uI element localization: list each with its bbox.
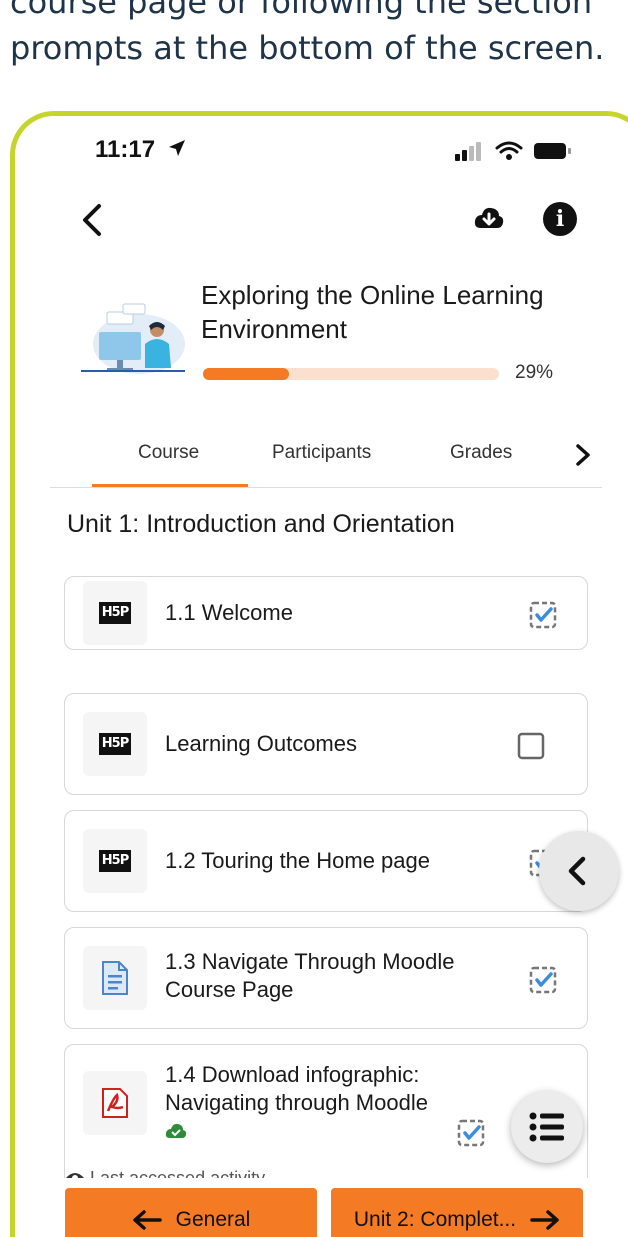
h5p-icon: H5P xyxy=(99,602,131,624)
cloud-download-icon[interactable] xyxy=(473,202,505,234)
course-progress-label: 29% xyxy=(515,362,554,383)
section-title: Unit 1: Introduction and Orientation xyxy=(67,510,455,538)
previous-section-label: General xyxy=(175,1208,251,1231)
activity-label: 1.1 Welcome xyxy=(165,600,293,625)
activity-label: 1.4 Download infographic: Navigating thr… xyxy=(165,1061,435,1145)
activity-icon-wrap xyxy=(83,946,147,1010)
top-navbar: i xyxy=(15,196,628,246)
activity-card[interactable]: H5P Learning Outcomes xyxy=(64,693,588,795)
course-tabs: Course Participants Grades xyxy=(50,428,602,488)
signal-icon xyxy=(455,142,481,161)
phone-frame: 11:17 i Exploring the Online Learning En… xyxy=(10,111,628,1237)
activity-icon-wrap: H5P xyxy=(83,712,147,776)
bottom-navigation: General Unit 2: Complet... xyxy=(15,1178,628,1237)
cloud-check-icon xyxy=(165,1123,187,1138)
list-icon xyxy=(529,1112,564,1142)
page-document-icon xyxy=(102,961,128,995)
tab-participants[interactable]: Participants xyxy=(272,442,371,464)
completed-checkbox-icon[interactable] xyxy=(457,1119,485,1147)
course-title: Exploring the Online Learning Environmen… xyxy=(201,280,544,344)
course-illustration-icon xyxy=(81,303,185,374)
back-button[interactable] xyxy=(77,200,107,240)
completed-checkbox-icon[interactable] xyxy=(529,966,557,994)
course-index-button[interactable] xyxy=(511,1091,583,1163)
tab-grades[interactable]: Grades xyxy=(450,442,512,464)
activity-label: 1.3 Navigate Through Moodle Course Page xyxy=(165,949,455,1002)
course-header: Exploring the Online Learning Environmen… xyxy=(15,276,628,426)
h5p-icon: H5P xyxy=(99,850,131,872)
wifi-icon xyxy=(495,141,523,160)
chevron-left-icon xyxy=(568,856,586,886)
course-progress-fill xyxy=(203,368,289,380)
caption-line-2: prompts at the bottom of the screen. xyxy=(10,29,605,67)
activity-label-text: 1.4 Download infographic: Navigating thr… xyxy=(165,1062,428,1115)
status-bar: 11:17 xyxy=(15,136,628,170)
activity-icon-wrap xyxy=(83,1071,147,1135)
activity-card[interactable]: H5P 1.2 Touring the Home page xyxy=(64,810,588,912)
status-time: 11:17 xyxy=(95,136,186,164)
previous-section-button[interactable]: General xyxy=(65,1188,317,1237)
activity-label: 1.2 Touring the Home page xyxy=(165,848,430,873)
activity-icon-wrap: H5P xyxy=(83,829,147,893)
tab-selected-indicator xyxy=(92,484,248,487)
next-section-button[interactable]: Unit 2: Complet... xyxy=(331,1188,583,1237)
activity-card[interactable]: H5P 1.1 Welcome xyxy=(64,576,588,650)
activity-card[interactable]: 1.3 Navigate Through Moodle Course Page xyxy=(64,927,588,1029)
info-icon[interactable]: i xyxy=(543,202,577,236)
status-time-text: 11:17 xyxy=(95,136,156,163)
chevron-right-icon[interactable] xyxy=(572,440,594,470)
pdf-icon xyxy=(102,1088,128,1118)
activity-icon-wrap: H5P xyxy=(83,581,147,645)
arrow-left-icon xyxy=(132,1210,162,1230)
empty-checkbox-icon[interactable] xyxy=(517,732,545,760)
completed-checkbox-icon[interactable] xyxy=(529,601,557,629)
course-progress-bar xyxy=(203,368,499,380)
next-section-label: Unit 2: Complet... xyxy=(353,1208,517,1231)
location-arrow-icon xyxy=(168,140,185,156)
tab-course[interactable]: Course xyxy=(138,442,199,464)
activity-label: Learning Outcomes xyxy=(165,731,357,756)
h5p-icon: H5P xyxy=(99,733,131,755)
course-index-toggle-button[interactable] xyxy=(539,831,619,911)
battery-icon xyxy=(534,143,571,159)
status-icons xyxy=(455,140,573,162)
arrow-right-icon xyxy=(530,1210,559,1230)
caption-line-1: course page or following the section xyxy=(10,0,593,21)
